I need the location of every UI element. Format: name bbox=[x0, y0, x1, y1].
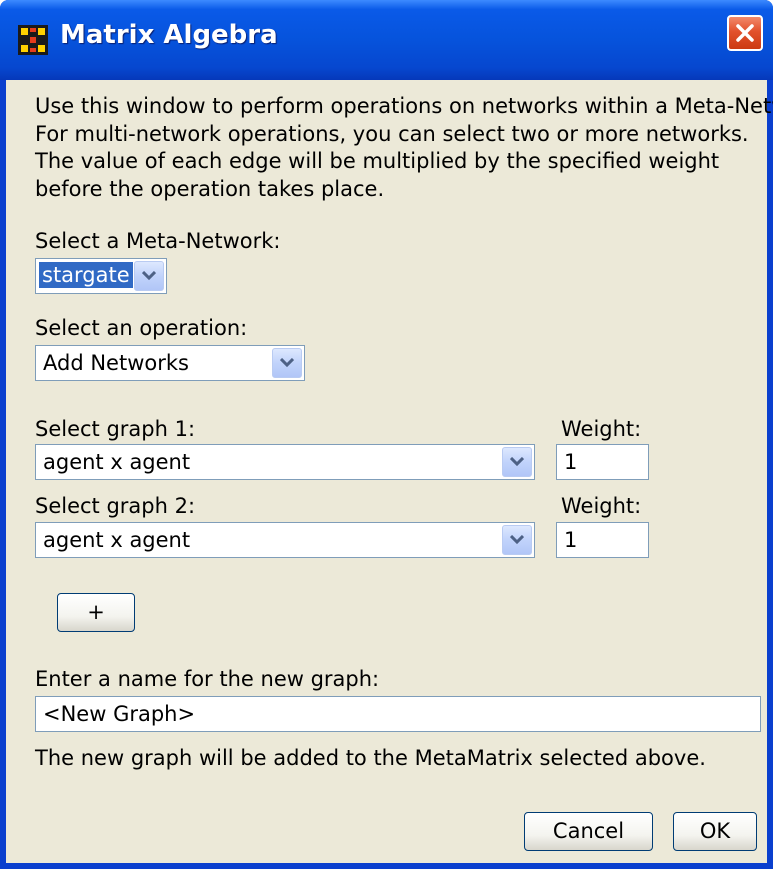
intro-text-line-4: before the operation takes place. bbox=[35, 177, 385, 201]
close-icon bbox=[736, 24, 754, 42]
intro-text-line-2: For multi-network operations, you can se… bbox=[35, 122, 749, 146]
cancel-button[interactable]: Cancel bbox=[524, 812, 653, 851]
ok-button[interactable]: OK bbox=[673, 812, 757, 851]
chevron-down-icon bbox=[142, 271, 156, 281]
chevron-down-icon bbox=[280, 358, 294, 368]
graph-1-weight-field[interactable] bbox=[556, 444, 649, 480]
add-graph-button[interactable]: + bbox=[57, 593, 135, 632]
graph-2-value: agent x agent bbox=[43, 528, 191, 552]
window-title: Matrix Algebra bbox=[60, 20, 278, 50]
ora-app-icon bbox=[18, 25, 48, 55]
graph-1-weight-label: Weight: bbox=[561, 417, 642, 441]
graph-2-dropdown-button[interactable] bbox=[502, 525, 532, 555]
title-bar[interactable]: Matrix Algebra bbox=[0, 0, 773, 80]
new-graph-name-label: Enter a name for the new graph: bbox=[35, 667, 380, 691]
operation-label: Select an operation: bbox=[35, 316, 248, 340]
graph-1-value: agent x agent bbox=[43, 450, 191, 474]
chevron-down-icon bbox=[510, 457, 524, 467]
graph-1-dropdown-button[interactable] bbox=[502, 447, 532, 477]
meta-network-label: Select a Meta-Network: bbox=[35, 229, 281, 253]
intro-text-line-3: The value of each edge will be multiplie… bbox=[35, 149, 720, 173]
intro-text-line-1: Use this window to perform operations on… bbox=[35, 94, 773, 118]
matrix-algebra-dialog: Matrix Algebra Use this window to perfor… bbox=[0, 0, 773, 869]
graph-2-weight-input[interactable] bbox=[557, 523, 648, 557]
new-graph-name-field[interactable] bbox=[35, 696, 761, 732]
graph-2-select[interactable]: agent x agent bbox=[35, 522, 535, 558]
meta-network-dropdown-button[interactable] bbox=[134, 261, 164, 291]
operation-dropdown-button[interactable] bbox=[272, 348, 302, 378]
meta-network-select[interactable]: stargate bbox=[35, 258, 167, 294]
graph-1-weight-input[interactable] bbox=[557, 445, 648, 479]
close-button[interactable] bbox=[727, 15, 763, 51]
chevron-down-icon bbox=[510, 535, 524, 545]
operation-value: Add Networks bbox=[43, 351, 189, 375]
graph-2-label: Select graph 2: bbox=[35, 494, 196, 518]
new-graph-name-input[interactable] bbox=[36, 697, 760, 731]
graph-2-weight-label: Weight: bbox=[561, 494, 642, 518]
graph-2-weight-field[interactable] bbox=[556, 522, 649, 558]
meta-network-value: stargate bbox=[39, 262, 133, 288]
operation-select[interactable]: Add Networks bbox=[35, 345, 305, 381]
graph-1-label: Select graph 1: bbox=[35, 417, 196, 441]
dialog-body: Use this window to perform operations on… bbox=[6, 80, 773, 863]
graph-1-select[interactable]: agent x agent bbox=[35, 444, 535, 480]
new-graph-note: The new graph will be added to the MetaM… bbox=[35, 746, 706, 770]
